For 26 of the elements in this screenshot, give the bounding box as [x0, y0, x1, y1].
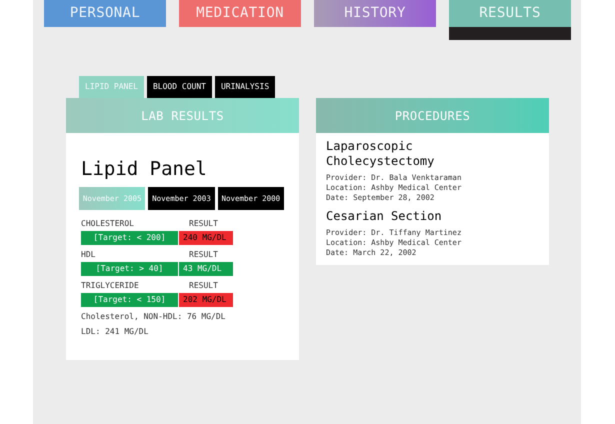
target-range: [Target: < 150]: [81, 293, 178, 307]
panel-title: Lipid Panel: [81, 157, 208, 181]
nav-tab[interactable]: RESULTS: [449, 0, 571, 27]
result-note: Cholesterol, NON-HDL: 76 MG/DL: [81, 310, 226, 322]
lab-tab[interactable]: URINALYSIS: [214, 76, 276, 98]
lab-tab[interactable]: BLOOD COUNT: [146, 76, 212, 98]
result-note: LDL: 241 MG/DL: [81, 326, 150, 338]
procedure-name: Laparoscopic Cholecystectomy: [326, 139, 436, 169]
result-value: 43 MG/DL: [179, 262, 233, 276]
test-name: TRIGLYCERIDE: [81, 280, 140, 292]
card-header: PROCEDURES: [316, 98, 549, 133]
test-name: CHOLESTEROL: [81, 218, 135, 230]
nav-tab[interactable]: MEDICATION: [179, 0, 301, 27]
result-label: RESULT: [189, 218, 218, 230]
result-value: 240 MG/DL: [179, 231, 233, 245]
result-label: RESULT: [189, 280, 218, 292]
target-range: [Target: > 40]: [81, 262, 178, 276]
lab-tab[interactable]: LIPID PANEL: [79, 76, 144, 98]
result-value: 202 MG/DL: [179, 293, 233, 307]
card-header: LAB RESULTS: [66, 98, 299, 133]
nav-tab[interactable]: PERSONAL: [44, 0, 166, 27]
test-name: HDL: [81, 249, 96, 261]
result-label: RESULT: [189, 249, 218, 261]
target-range: [Target: < 200]: [81, 231, 178, 245]
procedure-name: Cesarian Section: [326, 209, 443, 224]
nav-tab[interactable]: HISTORY: [314, 0, 436, 27]
